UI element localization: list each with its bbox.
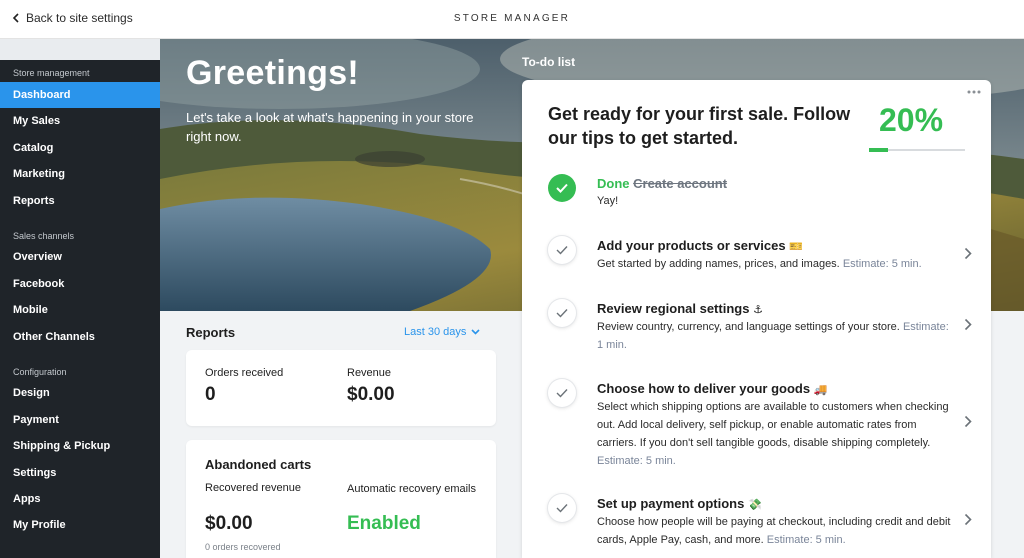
top-bar: Back to site settings STORE MANAGER [0, 0, 1024, 39]
sidebar-item-settings[interactable]: Settings [0, 460, 160, 486]
sidebar-item-apps[interactable]: Apps [0, 486, 160, 512]
orders-revenue-card: Orders received 0 Revenue $0.00 [186, 350, 496, 426]
delivery-label: Choose how to deliver your goods [597, 381, 811, 396]
period-dropdown[interactable]: Last 30 days [404, 326, 480, 338]
todo-item-desc: Choose how people will be paying at chec… [597, 513, 957, 549]
payment-estimate: Estimate: 5 min. [766, 534, 846, 546]
progress-bar-fill [869, 148, 889, 152]
progress-percent: 20% [879, 102, 944, 138]
revenue-label: Revenue [347, 367, 392, 379]
sidebar-item-catalog[interactable]: Catalog [0, 135, 160, 161]
todo-item-title: Set up payment options 💸 [597, 496, 762, 511]
sidebar-item-shipping-pickup[interactable]: Shipping & Pickup [0, 433, 160, 459]
sidebar-item-reports[interactable]: Reports [0, 188, 160, 214]
section-configuration: Configuration [13, 367, 67, 377]
todo-item-title: Add your products or services 🎫 [597, 238, 803, 253]
recovered-revenue-label: Recovered revenue [205, 482, 302, 494]
sidebar: Store management Dashboard My Sales Cata… [0, 39, 160, 558]
check-pending-icon [548, 379, 576, 407]
todo-card: Get ready for your first sale. Follow ou… [522, 80, 991, 558]
greeting-title: Greetings! [186, 54, 360, 92]
chevron-down-icon [471, 329, 480, 335]
auto-recovery-status[interactable]: Enabled [347, 513, 421, 535]
sidebar-nav: Store management Dashboard My Sales Cata… [0, 60, 160, 558]
sidebar-item-marketing[interactable]: Marketing [0, 161, 160, 187]
sidebar-item-my-profile[interactable]: My Profile [0, 512, 160, 538]
reports-title: Reports [186, 325, 236, 340]
todo-item-title: Choose how to deliver your goods 🚚 [597, 381, 827, 396]
delivery-estimate: Estimate: 5 min. [597, 455, 676, 467]
done-label: Done [597, 176, 630, 191]
create-account-label: Create account [633, 176, 728, 191]
recovered-revenue-value: $0.00 [205, 513, 253, 534]
truck-icon: 🚚 [813, 384, 828, 396]
section-store-management: Store management [13, 68, 90, 78]
check-pending-icon [548, 299, 576, 327]
sidebar-item-payment[interactable]: Payment [0, 407, 160, 433]
todo-item-title: Review regional settings ⚓ [597, 301, 763, 316]
orders-received-label: Orders received [205, 367, 284, 379]
sidebar-item-mobile[interactable]: Mobile [0, 297, 160, 323]
todo-item-desc: Get started by adding names, prices, and… [597, 255, 957, 273]
anchor-icon: ⚓ [753, 304, 763, 316]
sidebar-item-overview[interactable]: Overview [0, 244, 160, 270]
add-products-label: Add your products or services [597, 238, 786, 253]
chevron-right-icon[interactable] [964, 318, 972, 331]
add-products-desc: Get started by adding names, prices, and… [597, 258, 840, 270]
check-pending-icon [548, 236, 576, 264]
todo-heading: To-do list [522, 55, 576, 69]
app-title: STORE MANAGER [453, 13, 571, 24]
todo-item-title: Done Create account [597, 176, 727, 191]
check-done-icon [548, 174, 576, 202]
todo-item-desc: Review country, currency, and language s… [597, 318, 957, 354]
sidebar-item-design[interactable]: Design [0, 380, 160, 406]
abandoned-carts-card: Abandoned carts Recovered revenue $0.00 … [186, 440, 496, 558]
orders-recovered-note: 0 orders recovered [205, 542, 281, 552]
ticket-icon: 🎫 [789, 241, 803, 253]
progress-bar [869, 148, 965, 152]
regional-settings-desc: Review country, currency, and language s… [597, 321, 900, 333]
chevron-right-icon[interactable] [964, 415, 972, 428]
sidebar-item-my-sales[interactable]: My Sales [0, 108, 160, 134]
money-icon: 💸 [747, 499, 762, 511]
todo-headline: Get ready for your first sale. Follow ou… [548, 104, 851, 148]
abandoned-carts-title: Abandoned carts [205, 457, 312, 472]
regional-settings-label: Review regional settings [597, 301, 750, 316]
sidebar-item-other-channels[interactable]: Other Channels [0, 324, 160, 350]
sidebar-item-dashboard[interactable]: Dashboard [0, 82, 160, 108]
chevron-right-icon[interactable] [964, 513, 972, 526]
todo-item-desc: Select which shipping options are availa… [597, 398, 957, 470]
orders-received-value: 0 [205, 384, 216, 405]
period-label: Last 30 days [404, 326, 467, 338]
payment-label: Set up payment options [597, 496, 745, 511]
check-pending-icon [548, 494, 576, 522]
greeting-subtitle: Let's take a look at what's happening in… [186, 110, 474, 144]
auto-recovery-label: Automatic recovery emails [347, 483, 476, 495]
more-options-icon[interactable] [967, 89, 981, 95]
section-sales-channels: Sales channels [13, 231, 75, 241]
revenue-value: $0.00 [347, 384, 395, 405]
add-products-estimate: Estimate: 5 min. [842, 258, 922, 270]
chevron-right-icon[interactable] [964, 247, 972, 260]
delivery-desc: Select which shipping options are availa… [597, 401, 949, 449]
todo-item-desc: Yay! [597, 195, 619, 207]
sidebar-item-facebook[interactable]: Facebook [0, 271, 160, 297]
